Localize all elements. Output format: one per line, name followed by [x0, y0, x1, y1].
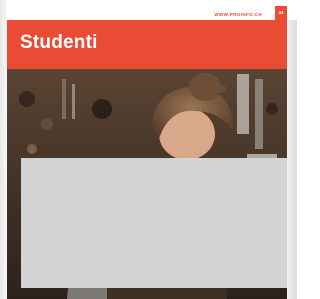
page-header: WWW.PROINFO.CH 44: [7, 0, 287, 20]
hair-bun: [189, 73, 221, 101]
section-title: Studenti: [20, 32, 98, 53]
page-edge-left: [0, 0, 7, 299]
page-number-badge: 44: [275, 6, 287, 20]
content-placeholder-panel: [21, 158, 287, 288]
section-title-band: Studenti: [7, 20, 287, 69]
page-edge-right: [287, 20, 297, 299]
brochure-page: WWW.PROINFO.CH 44 Studenti: [0, 0, 297, 299]
site-url[interactable]: WWW.PROINFO.CH: [214, 12, 262, 17]
